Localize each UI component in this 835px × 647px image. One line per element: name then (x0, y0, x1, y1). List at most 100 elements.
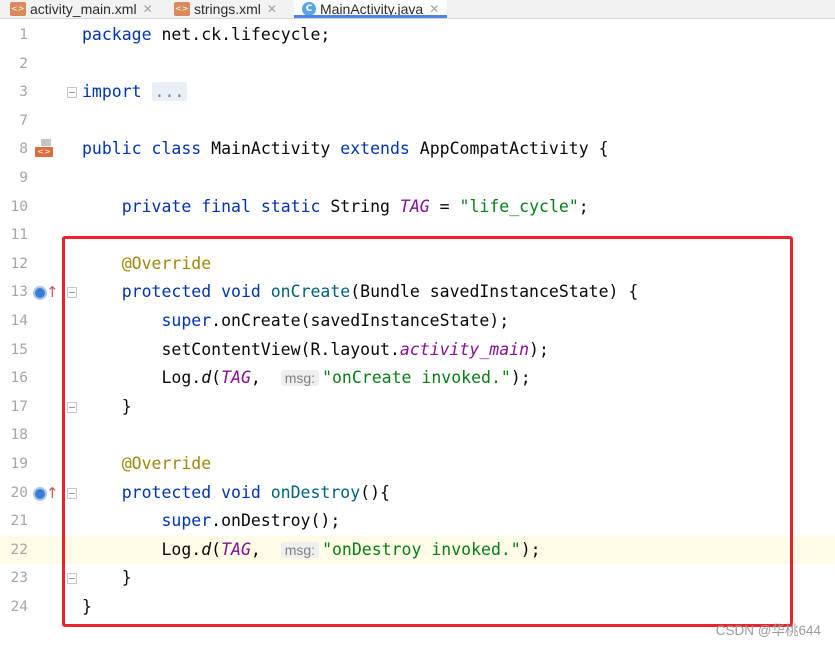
code-line[interactable]: 16 Log.d(TAG, msg: "onCreate invoked."); (0, 364, 835, 393)
code-token: (){ (360, 482, 390, 502)
code-text[interactable]: } (82, 393, 132, 422)
code-line[interactable]: 7 (0, 107, 835, 136)
code-token: activity_main (399, 339, 530, 359)
tab-main-activity-java[interactable]: C MainActivity.java ✕ (294, 0, 448, 18)
code-line[interactable]: 8 <> public class MainActivity extends App… (0, 135, 835, 164)
code-text[interactable]: protected void onCreate(Bundle savedInst… (82, 278, 639, 307)
code-line[interactable]: 11 (0, 221, 835, 250)
code-line[interactable]: 23 } (0, 564, 835, 593)
code-text[interactable]: super.onCreate(savedInstanceState); (82, 307, 509, 336)
code-token: "onDestroy invoked." (322, 539, 521, 559)
code-token: protected (82, 482, 222, 502)
code-token: import (82, 82, 152, 102)
code-text[interactable]: super.onDestroy(); (82, 507, 340, 536)
overrides-method-icon[interactable] (33, 286, 47, 301)
code-line[interactable]: 9 (0, 164, 835, 193)
code-text[interactable]: private final static String TAG = "life_… (82, 193, 589, 222)
code-text[interactable]: @Override (82, 250, 211, 279)
line-number[interactable]: 20 (0, 479, 28, 508)
folded-imports[interactable]: ... (151, 82, 188, 102)
line-number[interactable]: 24 (0, 593, 28, 622)
code-text[interactable]: public class MainActivity extends AppCom… (82, 135, 609, 164)
code-line[interactable]: 21 super.onDestroy(); (0, 507, 835, 536)
overrides-method-icon[interactable] (33, 486, 47, 501)
code-line[interactable]: 17 } (0, 393, 835, 422)
code-token: (Bundle savedInstanceState) { (350, 282, 639, 302)
line-number[interactable]: 9 (0, 164, 28, 193)
code-token: protected (82, 282, 222, 302)
code-line[interactable]: 13 ↑ protected void onCreate(Bundle saved… (0, 278, 835, 307)
fold-marker-icon[interactable] (67, 573, 77, 585)
line-number[interactable]: 10 (0, 193, 28, 222)
fold-marker-icon[interactable] (67, 287, 77, 299)
code-line[interactable]: 1 package net.ck.lifecycle; (0, 21, 835, 50)
code-text[interactable]: } (82, 564, 132, 593)
tab-label: MainActivity.java (320, 1, 424, 17)
code-line[interactable]: 2 (0, 50, 835, 79)
code-line[interactable]: 20 ↑ protected void onDestroy(){ (0, 479, 835, 508)
up-arrow-icon: ↑ (46, 483, 59, 502)
line-number[interactable]: 19 (0, 450, 28, 479)
code-line[interactable]: 10 private final static String TAG = "li… (0, 193, 835, 222)
code-token: super (82, 311, 212, 330)
line-number[interactable]: 16 (0, 364, 28, 393)
line-number[interactable]: 21 (0, 507, 28, 536)
code-token: AppCompatActivity { (419, 139, 609, 159)
line-number[interactable]: 12 (0, 250, 28, 279)
code-text[interactable]: Log.d(TAG, msg: "onDestroy invoked."); (82, 536, 540, 565)
code-text[interactable]: import ... (82, 78, 188, 107)
code-token: MainActivity (211, 139, 341, 159)
code-text[interactable]: setContentView(R.layout.activity_main); (82, 336, 548, 365)
line-number[interactable]: 8 (0, 135, 28, 164)
line-number[interactable]: 2 (0, 50, 28, 79)
code-token: void (221, 482, 271, 502)
code-token: , (250, 368, 281, 388)
code-line[interactable]: 12 @Override (0, 250, 835, 279)
line-number[interactable]: 14 (0, 307, 28, 336)
line-number[interactable]: 7 (0, 107, 28, 136)
code-token: void (221, 282, 271, 302)
xml-file-icon (174, 2, 190, 16)
tab-activity-main-xml[interactable]: activity_main.xml ✕ (10, 0, 153, 18)
fold-marker-icon[interactable] (67, 87, 77, 99)
xml-file-icon (10, 2, 26, 16)
close-icon[interactable]: ✕ (429, 2, 439, 16)
code-token: "life_cycle" (459, 196, 579, 216)
code-token: TAG (399, 196, 430, 216)
code-token: public (82, 139, 152, 159)
tab-strings-xml[interactable]: strings.xml ✕ (174, 0, 277, 18)
code-line[interactable]: 22 Log.d(TAG, msg: "onDestroy invoked."); (0, 535, 835, 565)
code-text[interactable]: } (82, 593, 92, 622)
code-line[interactable]: 19 @Override (0, 450, 835, 479)
code-token: } (82, 597, 92, 616)
code-token: ( (211, 368, 222, 388)
code-line[interactable]: 18 (0, 421, 835, 450)
close-icon[interactable]: ✕ (143, 2, 153, 16)
class-gutter-icon[interactable]: <> (35, 139, 55, 158)
code-text[interactable]: package net.ck.lifecycle; (82, 21, 330, 50)
line-number[interactable]: 18 (0, 421, 28, 450)
line-number[interactable]: 1 (0, 21, 28, 50)
code-line[interactable]: 3 import ... (0, 78, 835, 107)
line-number[interactable]: 11 (0, 221, 28, 250)
line-number[interactable]: 23 (0, 564, 28, 593)
close-icon[interactable]: ✕ (267, 2, 277, 16)
code-token: @Override (82, 253, 212, 273)
code-text[interactable]: @Override (82, 450, 211, 479)
line-number[interactable]: 15 (0, 336, 28, 365)
line-number[interactable]: 22 (0, 536, 28, 565)
line-number[interactable]: 13 (0, 278, 28, 307)
fold-marker-icon[interactable] (67, 487, 77, 499)
line-number[interactable]: 3 (0, 78, 28, 107)
code-token: extends (340, 139, 420, 159)
code-text[interactable]: Log.d(TAG, msg: "onCreate invoked."); (82, 364, 530, 393)
fold-marker-icon[interactable] (67, 401, 77, 413)
code-line[interactable]: 15 setContentView(R.layout.activity_main… (0, 336, 835, 365)
line-number[interactable]: 17 (0, 393, 28, 422)
code-token: @Override (82, 454, 212, 473)
code-text[interactable]: protected void onDestroy(){ (82, 479, 390, 508)
code-line[interactable]: 24} (0, 593, 835, 622)
code-token: package (82, 25, 162, 44)
code-line[interactable]: 14 super.onCreate(savedInstanceState); (0, 307, 835, 336)
code-token: } (82, 396, 132, 416)
